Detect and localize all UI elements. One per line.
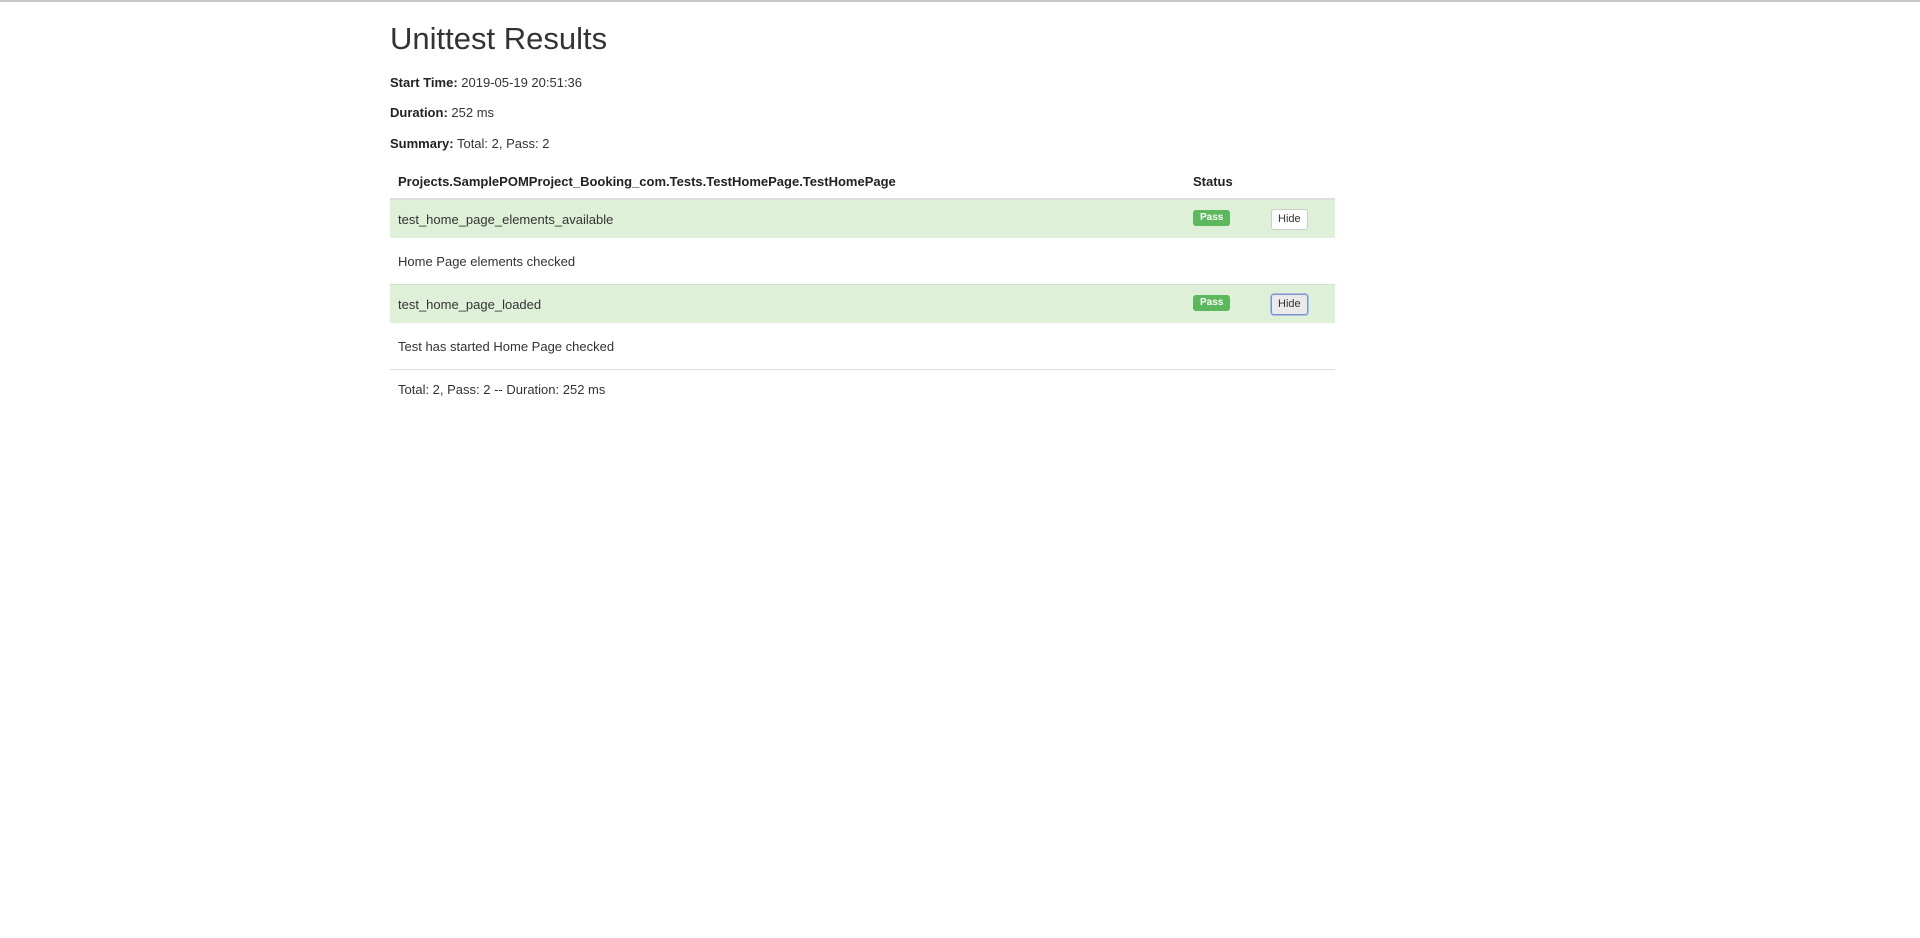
footer-summary: Total: 2, Pass: 2 -- Duration: 252 ms — [390, 369, 1335, 408]
pass-badge: Pass — [1193, 210, 1231, 226]
page-title: Unittest Results — [390, 21, 608, 56]
results-table: Projects.SamplePOMProject_Booking_com.Te… — [390, 164, 1335, 408]
report-meta: Start Time: 2019-05-19 20:51:36 Duration… — [390, 73, 1335, 153]
start-time-label: Start Time: — [390, 75, 458, 90]
test-row: test_home_page_elements_available Pass H… — [390, 198, 1335, 238]
test-name: test_home_page_elements_available — [390, 198, 1185, 238]
test-detail-row: Test has started Home Page checked — [390, 323, 1335, 370]
pass-badge: Pass — [1193, 295, 1231, 311]
status-cell: Pass — [1185, 198, 1263, 238]
duration-value: 252 ms — [451, 105, 495, 120]
test-row: test_home_page_loaded Pass Hide — [390, 284, 1335, 323]
table-header-row: Projects.SamplePOMProject_Booking_com.Te… — [390, 164, 1335, 200]
summary-label: Summary: — [390, 136, 454, 151]
hide-button[interactable]: Hide — [1271, 208, 1308, 230]
duration-line: Duration: 252 ms — [390, 103, 1335, 122]
test-detail-row: Home Page elements checked — [390, 238, 1335, 285]
table-footer-row: Total: 2, Pass: 2 -- Duration: 252 ms — [390, 369, 1335, 408]
test-detail-text: Test has started Home Page checked — [390, 323, 1335, 370]
hide-button[interactable]: Hide — [1271, 293, 1308, 315]
start-time-value: 2019-05-19 20:51:36 — [461, 75, 583, 90]
action-cell: Hide — [1263, 198, 1335, 238]
test-name: test_home_page_loaded — [390, 284, 1185, 323]
start-time-line: Start Time: 2019-05-19 20:51:36 — [390, 73, 1335, 92]
action-cell: Hide — [1263, 284, 1335, 323]
summary-value: Total: 2, Pass: 2 — [456, 136, 550, 151]
test-detail-text: Home Page elements checked — [390, 238, 1335, 285]
status-cell: Pass — [1185, 284, 1263, 323]
header-test-class: Projects.SamplePOMProject_Booking_com.Te… — [390, 164, 1185, 200]
header-status: Status — [1185, 164, 1263, 200]
report-container: Unittest Results Start Time: 2019-05-19 … — [390, 18, 1335, 408]
top-border — [0, 0, 1920, 2]
summary-line: Summary: Total: 2, Pass: 2 — [390, 134, 1335, 153]
header-action — [1263, 164, 1335, 200]
duration-label: Duration: — [390, 105, 448, 120]
